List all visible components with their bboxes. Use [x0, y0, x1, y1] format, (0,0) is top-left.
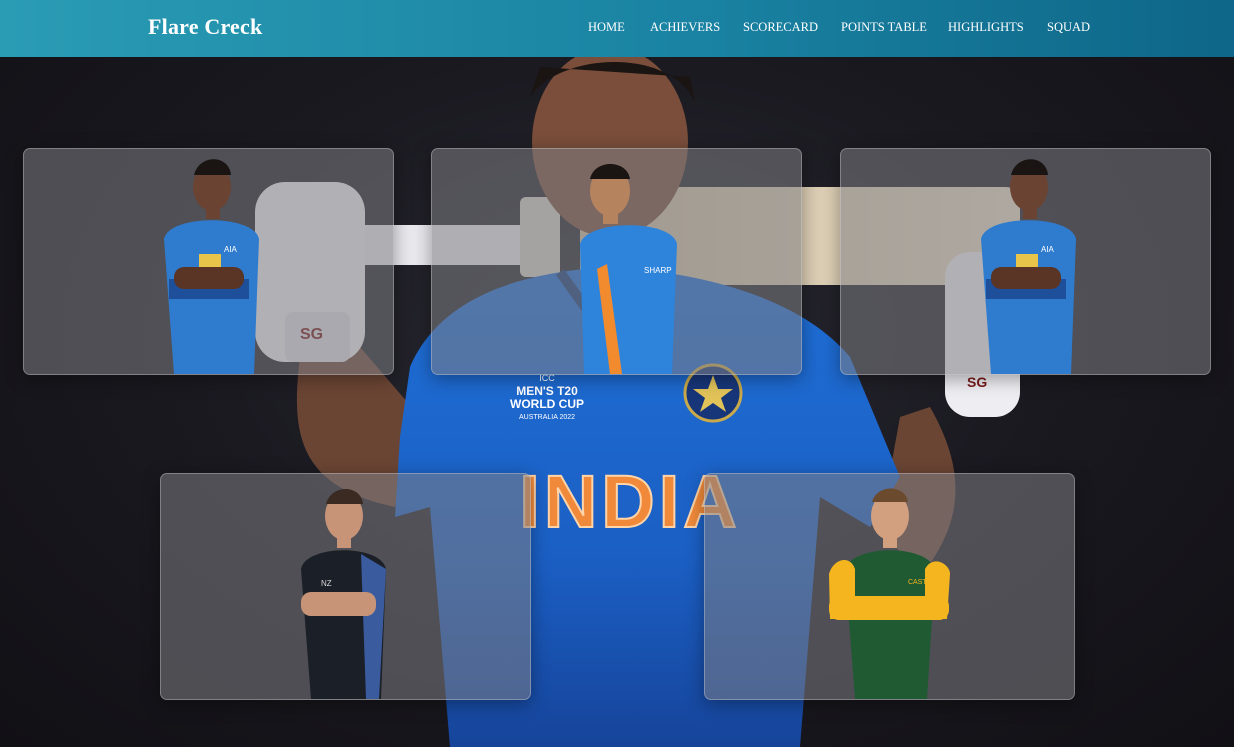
nav-home[interactable]: HOME — [588, 20, 625, 35]
nav-scorecard[interactable]: SCORECARD — [743, 20, 818, 35]
player-card-4[interactable]: NZ — [160, 473, 531, 700]
player-photo-1: AIA — [164, 159, 259, 374]
svg-text:AUSTRALIA 2022: AUSTRALIA 2022 — [519, 414, 575, 421]
nav-achievers[interactable]: ACHIEVERS — [650, 20, 720, 35]
svg-text:NZ: NZ — [321, 579, 332, 588]
svg-text:AIA: AIA — [224, 245, 238, 254]
svg-text:SG: SG — [967, 374, 987, 390]
nav-highlights[interactable]: HIGHLIGHTS — [948, 20, 1024, 35]
svg-text:WORLD CUP: WORLD CUP — [510, 397, 584, 411]
nav-points-table[interactable]: POINTS TABLE — [841, 20, 927, 35]
player-card-3[interactable]: AIA — [840, 148, 1211, 375]
player-photo-3: AIA — [981, 159, 1076, 374]
player-card-1[interactable]: AIA — [23, 148, 394, 375]
player-photo-5: CASTLE — [829, 488, 950, 699]
hero-section: INDIA ICC MEN'S T20 WORLD CUP AUSTRALIA … — [0, 57, 1234, 747]
player-photo-4: NZ — [301, 489, 386, 699]
svg-text:AIA: AIA — [1041, 245, 1055, 254]
svg-text:SHARP: SHARP — [644, 266, 672, 275]
player-photo-2: SHARP — [580, 164, 677, 374]
svg-text:MEN'S T20: MEN'S T20 — [516, 384, 578, 398]
player-card-5[interactable]: CASTLE — [704, 473, 1075, 700]
nav-squad[interactable]: SQUAD — [1047, 20, 1090, 35]
svg-text:CASTLE: CASTLE — [908, 579, 936, 586]
player-card-2[interactable]: SHARP — [431, 148, 802, 375]
top-navbar: Flare Creck HOME ACHIEVERS SCORECARD POI… — [0, 0, 1234, 57]
brand-logo[interactable]: Flare Creck — [148, 14, 262, 40]
